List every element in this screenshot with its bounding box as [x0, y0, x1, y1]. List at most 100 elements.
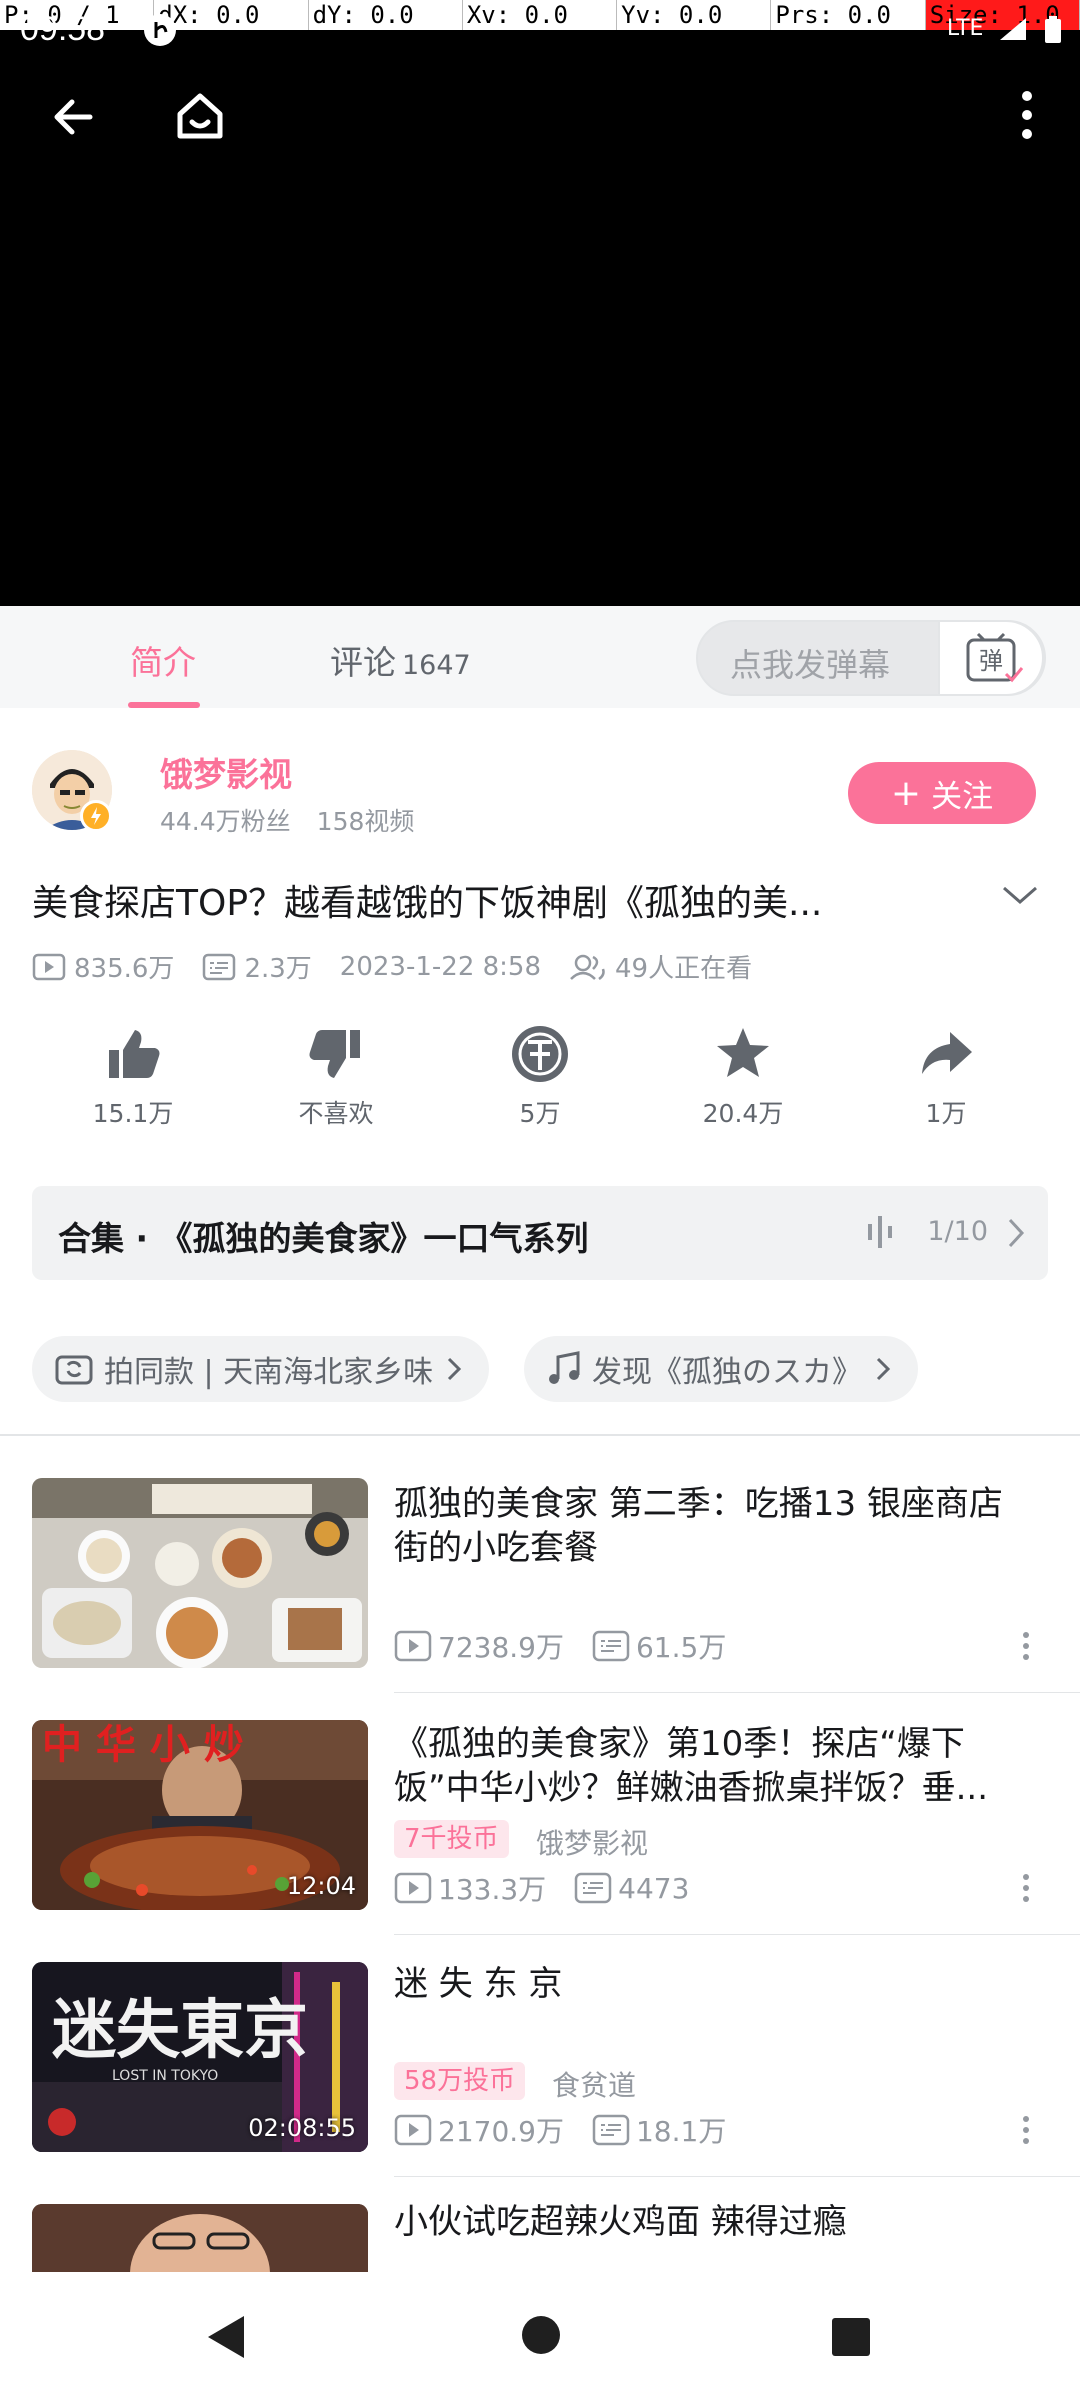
debug-cell: Prs: 0.0: [771, 0, 926, 30]
nav-home-icon[interactable]: [520, 2314, 562, 2360]
danmaku-icon: 弹: [966, 632, 1024, 683]
detail-tabs: 简介 评论 1647 点我发弹幕 弹: [0, 606, 1080, 708]
chip-music[interactable]: 发现《孤独のスカ》: [524, 1336, 918, 1402]
signal-icon: [999, 18, 1026, 40]
tab-comments-label: 评论: [330, 643, 396, 682]
danmaku-count-value: 2.3万: [244, 954, 312, 984]
battery-icon: [1045, 16, 1061, 43]
thumbnail-text: 中 华 小 炒: [42, 1722, 244, 1768]
publish-date: 2023-1-22 8:58: [340, 952, 541, 982]
nav-recents-icon[interactable]: [830, 2316, 872, 2362]
rec-views-value: 133.3万: [438, 1873, 547, 1906]
chip-label: 拍同款 | 天南海北家乡味: [104, 1355, 434, 1390]
view-count: 835.6万: [32, 948, 174, 985]
debug-cell: Xv: 0.0: [463, 0, 618, 30]
rec-author[interactable]: 饿梦影视: [536, 1822, 648, 1862]
author-video-count: 158视频: [316, 807, 415, 836]
share-count: 1万: [925, 1099, 967, 1128]
view-count-value: 835.6万: [74, 954, 175, 984]
video-thumbnail[interactable]: 中 华 小 炒 12:04: [32, 1720, 368, 1910]
recommendation-stats: 7238.9万 61.5万: [394, 1626, 754, 1666]
rec-views: 2170.9万: [394, 2110, 564, 2150]
coin-badge: 58万投币: [394, 2062, 526, 2100]
coin-count: 5万: [519, 1099, 561, 1128]
like-button[interactable]: 15.1万: [53, 1024, 213, 1130]
danmaku-count: 2.3万: [202, 948, 312, 985]
play-count-icon: [394, 2114, 432, 2146]
share-button[interactable]: 1万: [866, 1024, 1026, 1130]
recommendation-title[interactable]: 孤独的美食家 第二季：吃播13 银座商店街的小吃套餐: [394, 1482, 1034, 1570]
coin-badge: 7千投币: [394, 1820, 509, 1858]
row-divider: [394, 1692, 1080, 1693]
recommendation-title[interactable]: 迷 失 东 京: [394, 1962, 1034, 2006]
author-stats: 44.4万粉丝 158视频: [160, 802, 414, 838]
music-note-icon: [549, 1351, 580, 1384]
collection-bar[interactable]: 合集 · 《孤独的美食家》一口气系列 1/10: [32, 1186, 1048, 1280]
status-time: 09:58: [20, 10, 106, 48]
danmaku-count-icon: [592, 2114, 630, 2146]
recommendation-title[interactable]: 《孤独的美食家》第10季！探店“爆下饭”中华小炒？鲜嫩油香掀桌拌饭？垂...: [394, 1722, 1034, 1810]
tab-comments[interactable]: 评论 1647: [330, 636, 471, 684]
people-icon: [570, 954, 605, 980]
like-count: 15.1万: [92, 1099, 174, 1128]
verified-badge-icon: [80, 800, 112, 832]
favorite-button[interactable]: 20.4万: [663, 1024, 823, 1130]
more-options-icon[interactable]: [1012, 88, 1042, 142]
row-divider: [394, 2176, 1080, 2177]
follow-label: 关注: [931, 778, 994, 815]
danmaku-input[interactable]: 点我发弹幕 弹: [696, 620, 1046, 696]
watching-now-value: 49人正在看: [615, 954, 753, 984]
more-vertical-icon[interactable]: [1018, 1872, 1034, 1908]
collection-progress: 1/10: [927, 1216, 988, 1247]
author-name[interactable]: 饿梦影视: [160, 748, 292, 796]
more-vertical-icon[interactable]: [1018, 2114, 1034, 2150]
more-vertical-icon[interactable]: [1018, 1630, 1034, 1666]
recommendation-stats: 2170.9万 18.1万: [394, 2110, 754, 2150]
tab-intro[interactable]: 简介: [130, 636, 196, 684]
video-thumbnail[interactable]: [32, 2204, 368, 2272]
share-icon: [922, 1032, 972, 1074]
video-title[interactable]: 美食探店TOP？越看越饿的下饭神剧《孤独的美...: [32, 874, 952, 926]
video-duration: 12:04: [286, 1872, 356, 1900]
rec-danmaku-value: 4473: [618, 1871, 690, 1905]
coin-button[interactable]: 5万: [460, 1024, 620, 1130]
dislike-button[interactable]: 不喜欢: [256, 1024, 416, 1130]
video-player[interactable]: P: 0 / 1 dX: 0.0 dY: 0.0 Xv: 0.0 Yv: 0.0…: [0, 0, 1080, 606]
debug-cell: Yv: 0.0: [617, 0, 772, 30]
publish-date-value: 2023-1-22 8:58: [339, 951, 542, 982]
rec-views-value: 2170.9万: [438, 2115, 564, 2148]
thumbnail-subtext: LOST IN TOKYO: [112, 2068, 218, 2084]
follow-button[interactable]: + 关注: [848, 762, 1036, 824]
recommendation-title[interactable]: 小伙试吃超辣火鸡面 辣得过瘾: [394, 2200, 1034, 2244]
plus-icon: +: [890, 772, 922, 814]
dislike-label: 不喜欢: [298, 1099, 374, 1128]
play-count-icon: [394, 1630, 432, 1662]
chevron-right-icon: [448, 1357, 462, 1381]
author-fans: 44.4万粉丝: [160, 807, 291, 836]
rec-views: 133.3万: [394, 1868, 546, 1908]
video-thumbnail[interactable]: [32, 1478, 368, 1668]
favorite-count: 20.4万: [702, 1099, 784, 1128]
row-divider: [394, 1934, 1080, 1935]
chevron-right-icon: [876, 1357, 891, 1381]
chip-same-style[interactable]: 拍同款 | 天南海北家乡味: [32, 1336, 490, 1402]
danmaku-count-icon: [574, 1872, 612, 1904]
rec-author[interactable]: 食贫道: [552, 2064, 636, 2104]
network-label: LTE: [946, 16, 984, 41]
danmaku-toggle-button[interactable]: 弹: [938, 620, 1044, 696]
rec-danmaku-value: 18.1万: [635, 2115, 727, 2148]
notification-icon: [142, 12, 178, 52]
chevron-right-icon: [1006, 1216, 1026, 1254]
video-thumbnail[interactable]: 迷失東京 LOST IN TOKYO 02:08:55: [32, 1962, 368, 2152]
chevron-down-icon[interactable]: [1000, 880, 1040, 914]
home-icon[interactable]: [170, 86, 230, 146]
rec-danmaku-value: 61.5万: [635, 1631, 727, 1664]
thumbs-down-icon: [309, 1030, 360, 1078]
play-count-icon: [32, 953, 66, 980]
recommendation-stats: 133.3万 4473: [394, 1868, 717, 1908]
tab-comments-count: 1647: [402, 650, 471, 681]
back-icon[interactable]: [46, 90, 100, 144]
tab-active-indicator: [128, 702, 200, 708]
rec-views-value: 7238.9万: [438, 1631, 564, 1664]
nav-back-icon[interactable]: [204, 2312, 248, 2366]
